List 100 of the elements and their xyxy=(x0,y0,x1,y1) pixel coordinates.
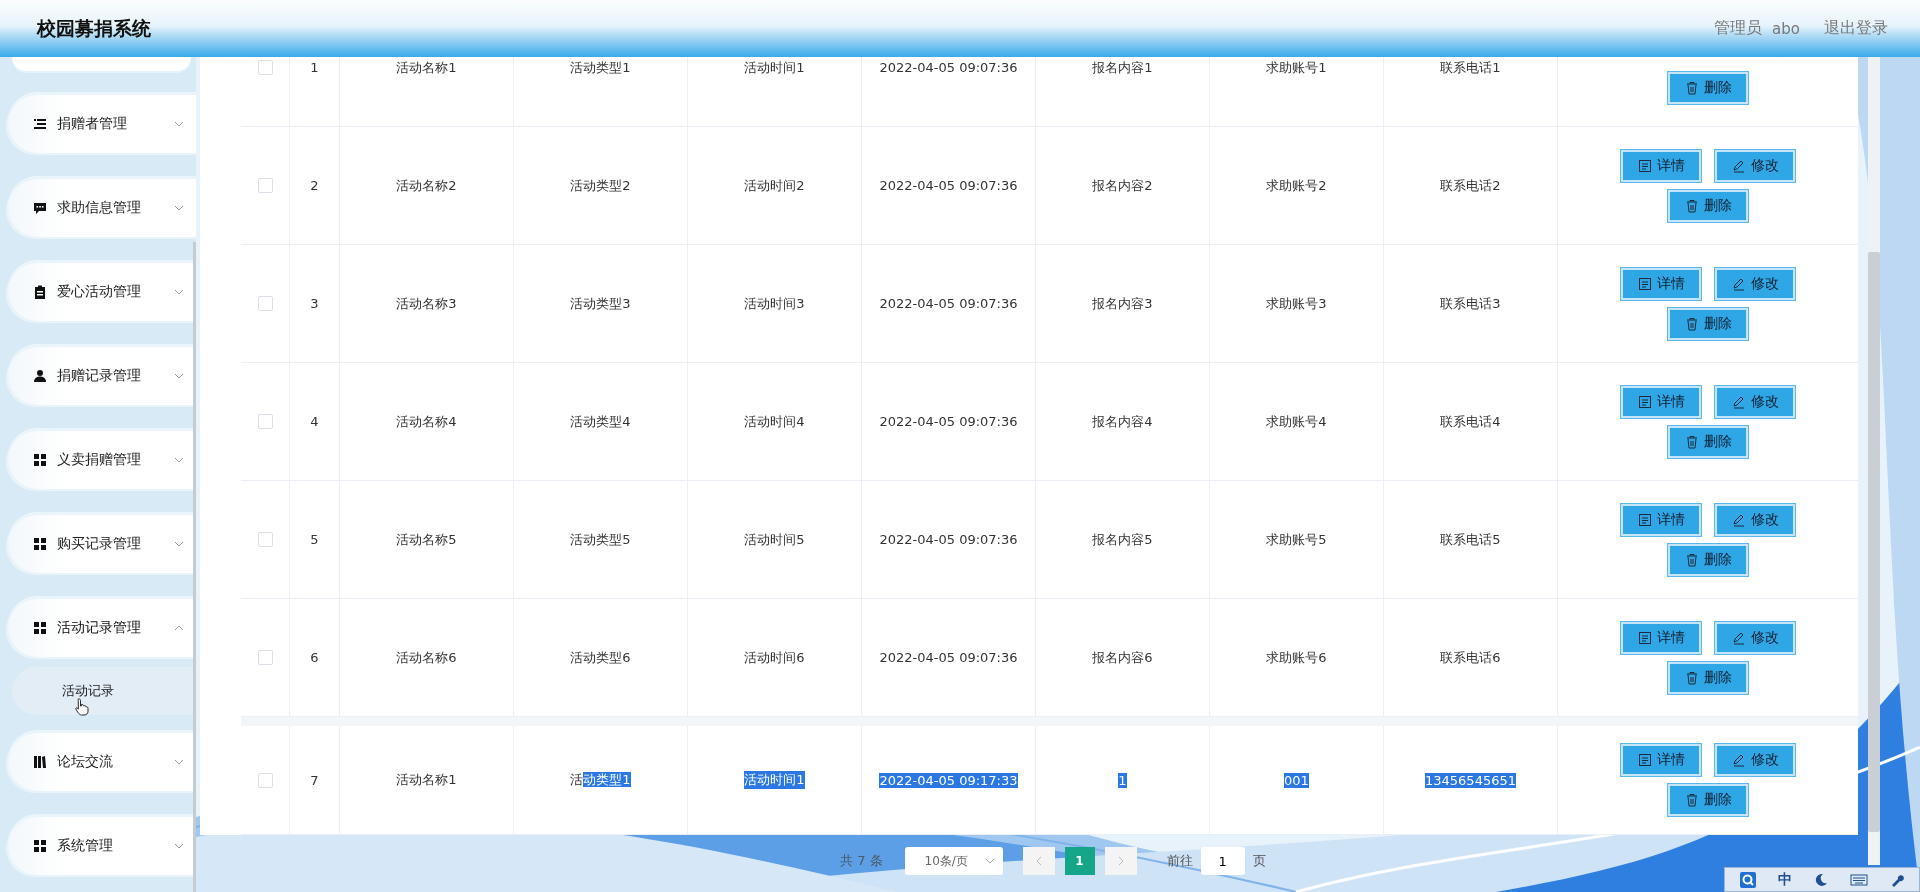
chevron-icon xyxy=(984,858,995,864)
table-cell: 活动名称2 xyxy=(396,176,457,195)
pencil-icon xyxy=(1731,753,1746,767)
sidebar-item[interactable]: 购买记录管理 xyxy=(8,515,196,573)
detail-button[interactable]: 详情 xyxy=(1621,385,1701,418)
delete-button[interactable]: 删除 xyxy=(1668,661,1748,694)
table-cell: 联系电话4 xyxy=(1440,412,1501,431)
table-cell: 活动名称1 xyxy=(396,771,457,789)
sidebar-item[interactable]: 论坛交流 xyxy=(8,733,196,791)
delete-button[interactable]: 删除 xyxy=(1668,543,1748,576)
row-number: 4 xyxy=(310,414,319,429)
search-icon xyxy=(1740,871,1756,888)
table-cell: 联系电话2 xyxy=(1440,176,1501,195)
chevron-icon xyxy=(174,625,184,631)
detail-button[interactable]: 详情 xyxy=(1621,267,1701,300)
prev-page-button[interactable] xyxy=(1022,847,1055,875)
document-icon xyxy=(1637,394,1652,409)
trash-icon xyxy=(1684,552,1699,567)
table-cell: 2022-04-05 09:07:36 xyxy=(879,60,1018,75)
sidebar-item[interactable]: 活动记录管理 xyxy=(8,599,196,657)
table-cell: 13456545651 xyxy=(1425,772,1516,788)
person-icon xyxy=(33,369,47,383)
row-checkbox[interactable] xyxy=(257,60,273,75)
grid-icon xyxy=(33,621,47,635)
hand-cursor-icon xyxy=(75,698,89,716)
row-checkbox[interactable] xyxy=(257,532,273,547)
row-checkbox[interactable] xyxy=(257,414,273,429)
chevron-icon xyxy=(174,373,184,379)
edit-button[interactable]: 修改 xyxy=(1715,267,1795,300)
list-icon xyxy=(33,117,47,131)
sidebar-item[interactable]: 系统管理 xyxy=(8,817,196,875)
edit-button[interactable]: 修改 xyxy=(1715,503,1795,536)
row-checkbox[interactable] xyxy=(257,178,273,193)
detail-button[interactable]: 详情 xyxy=(1621,503,1701,536)
table-cell: 报名内容2 xyxy=(1092,176,1153,195)
trash-icon xyxy=(1684,198,1699,213)
sidebar-item[interactable]: 义卖捐赠管理 xyxy=(8,431,196,489)
grid-icon xyxy=(33,839,47,853)
trash-icon xyxy=(1684,670,1699,685)
table-cell: 活动名称1 xyxy=(396,58,457,77)
delete-button[interactable]: 删除 xyxy=(1668,425,1748,458)
row-number: 7 xyxy=(310,772,319,788)
table-cell: 报名内容4 xyxy=(1092,412,1153,431)
edit-button[interactable]: 修改 xyxy=(1715,385,1795,418)
row-checkbox[interactable] xyxy=(257,296,273,311)
trash-icon xyxy=(1684,80,1699,95)
delete-button[interactable]: 删除 xyxy=(1668,784,1748,816)
detail-button[interactable]: 详情 xyxy=(1621,149,1701,182)
scrollbar[interactable] xyxy=(193,242,196,892)
detail-button[interactable]: 详情 xyxy=(1621,621,1701,654)
table-cell: 联系电话5 xyxy=(1440,530,1501,549)
submenu-item[interactable]: 活动记录 xyxy=(12,667,196,715)
row-checkbox[interactable] xyxy=(257,650,273,665)
trash-icon xyxy=(1684,434,1699,449)
sidebar-item[interactable]: 捐赠者管理 xyxy=(8,95,196,153)
table-cell: 2022-04-05 09:07:36 xyxy=(879,532,1018,547)
sidebar-item[interactable]: 求助信息管理 xyxy=(8,179,196,237)
row-number: 6 xyxy=(310,650,319,665)
next-page-button[interactable] xyxy=(1104,847,1137,875)
input-mode[interactable]: 中 xyxy=(1778,870,1792,889)
app-title: 校园募捐系统 xyxy=(37,15,151,41)
table-cell: 报名内容3 xyxy=(1092,294,1153,313)
chevron-icon xyxy=(174,843,184,849)
table-cell: 001 xyxy=(1284,772,1309,788)
sidebar-item[interactable]: 捐赠记录管理 xyxy=(8,347,196,405)
user-name: abo xyxy=(1772,19,1800,38)
user-role: 管理员 xyxy=(1714,18,1763,39)
table-cell: 联系电话3 xyxy=(1440,294,1501,313)
document-icon xyxy=(1637,630,1652,645)
table-cell: 联系电话6 xyxy=(1440,648,1501,667)
chevron-icon xyxy=(174,457,184,463)
edit-button[interactable]: 修改 xyxy=(1715,744,1795,776)
table-cell: 活动时间5 xyxy=(744,530,805,549)
delete-button[interactable]: 删除 xyxy=(1668,71,1748,104)
document-icon xyxy=(1637,512,1652,527)
delete-button[interactable]: 删除 xyxy=(1668,189,1748,222)
logout-link[interactable]: 退出登录 xyxy=(1824,18,1888,39)
row-checkbox[interactable] xyxy=(257,772,273,788)
table-cell: 2022-04-05 09:07:36 xyxy=(879,650,1018,665)
pencil-icon xyxy=(1731,512,1746,527)
page-button[interactable]: 1 xyxy=(1064,847,1095,875)
book-icon xyxy=(33,755,47,769)
pencil-icon xyxy=(1731,630,1746,645)
table-cell: 活动时间2 xyxy=(744,176,805,195)
table-cell: 联系电话1 xyxy=(1440,58,1501,77)
document-icon xyxy=(1637,276,1652,291)
table-cell: 活动类型1 xyxy=(570,58,631,77)
row-number: 5 xyxy=(310,532,319,547)
table-cell: 活动时间6 xyxy=(744,648,805,667)
row-number: 3 xyxy=(310,296,319,311)
page-input[interactable]: 1 xyxy=(1200,847,1245,875)
goto-label: 前往 xyxy=(1166,852,1193,870)
edit-button[interactable]: 修改 xyxy=(1715,621,1795,654)
chevron-icon xyxy=(174,121,184,127)
delete-button[interactable]: 删除 xyxy=(1668,307,1748,340)
edit-button[interactable]: 修改 xyxy=(1715,149,1795,182)
sidebar-item[interactable]: 爱心活动管理 xyxy=(8,263,196,321)
scrollbar[interactable] xyxy=(1868,57,1880,865)
page-size-select[interactable]: 10条/页 xyxy=(904,847,1003,875)
detail-button[interactable]: 详情 xyxy=(1621,744,1701,776)
